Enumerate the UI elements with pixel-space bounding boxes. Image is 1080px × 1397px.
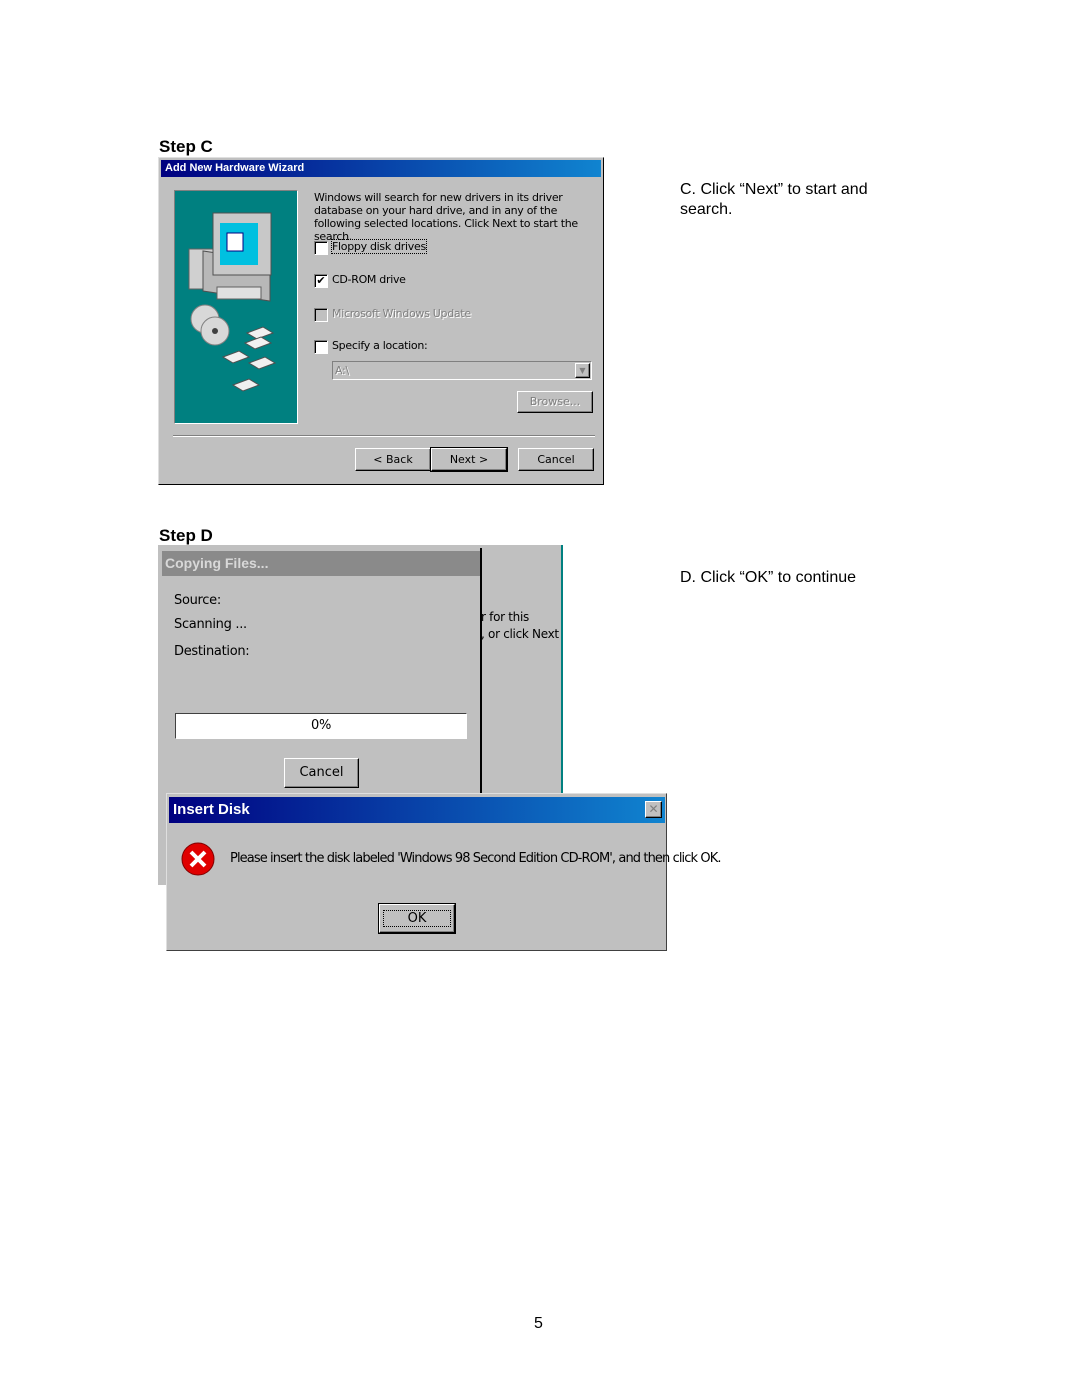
add-hardware-wizard-window: Add New Hardware Wizard Windows will sea…: [158, 157, 604, 485]
step-d-heading: Step D: [159, 526, 213, 545]
cdrom-checkbox[interactable]: ✔: [314, 274, 328, 288]
hardware-illustration: [174, 190, 298, 424]
destination-label: Destination:: [174, 644, 250, 659]
wizard-description: Windows will search for new drivers in i…: [314, 191, 578, 243]
insert-disk-dialog: Insert Disk ✕ Please insert the disk lab…: [166, 793, 721, 951]
wizard-title-bar: Add New Hardware Wizard: [161, 160, 601, 177]
copying-cancel-button[interactable]: Cancel: [284, 758, 359, 788]
copying-files-dialog: Copying Files... Source: Scanning ... De…: [160, 548, 482, 798]
progress-text: 0%: [310, 718, 332, 733]
floppy-label: Floppy disk drives: [331, 239, 427, 254]
cdrom-label: CD-ROM drive: [332, 273, 406, 286]
close-icon[interactable]: ✕: [645, 801, 662, 818]
floppy-checkbox[interactable]: [314, 241, 328, 255]
next-button[interactable]: Next >: [430, 447, 508, 472]
separator: [173, 435, 595, 437]
background-text-1: r for this: [481, 610, 529, 624]
step-c-heading: Step C: [159, 137, 213, 156]
specify-location-checkbox[interactable]: [314, 340, 328, 354]
location-combobox[interactable]: A:\ ▼: [332, 361, 592, 380]
computer-illustration-icon: [188, 212, 277, 392]
copying-title-bar: Copying Files...: [162, 551, 480, 576]
copying-title: Copying Files...: [165, 555, 269, 571]
cancel-button[interactable]: Cancel: [518, 448, 594, 471]
step-c-instruction: C. Click “Next” to start and search.: [680, 181, 868, 218]
location-value: A:\: [335, 364, 349, 377]
back-button[interactable]: < Back: [355, 448, 431, 471]
step-d-instruction: D. Click “OK” to continue: [680, 569, 857, 586]
check-icon: ✔: [316, 275, 326, 287]
ok-button[interactable]: OK: [378, 903, 456, 934]
ok-label: OK: [382, 910, 452, 927]
background-text-2: , or click Next: [481, 627, 559, 641]
dropdown-arrow-icon[interactable]: ▼: [575, 363, 590, 378]
document-page: Step C C. Click “Next” to start and sear…: [0, 0, 1080, 1397]
insert-disk-title: Insert Disk: [173, 801, 250, 818]
scanning-status: Scanning ...: [174, 617, 247, 632]
error-icon: [181, 842, 215, 876]
source-label: Source:: [174, 593, 221, 608]
specify-location-label: Specify a location:: [332, 339, 428, 352]
page-number: 5: [534, 1315, 543, 1332]
wizard-title: Add New Hardware Wizard: [165, 162, 305, 174]
browse-button: Browse...: [517, 391, 593, 413]
windows-update-label: Microsoft Windows Update: [332, 307, 471, 320]
insert-disk-title-bar: Insert Disk ✕: [169, 797, 665, 823]
progress-bar: 0%: [175, 713, 467, 739]
windows-update-checkbox: [314, 308, 328, 322]
insert-disk-message: Please insert the disk labeled 'Windows …: [230, 851, 721, 866]
